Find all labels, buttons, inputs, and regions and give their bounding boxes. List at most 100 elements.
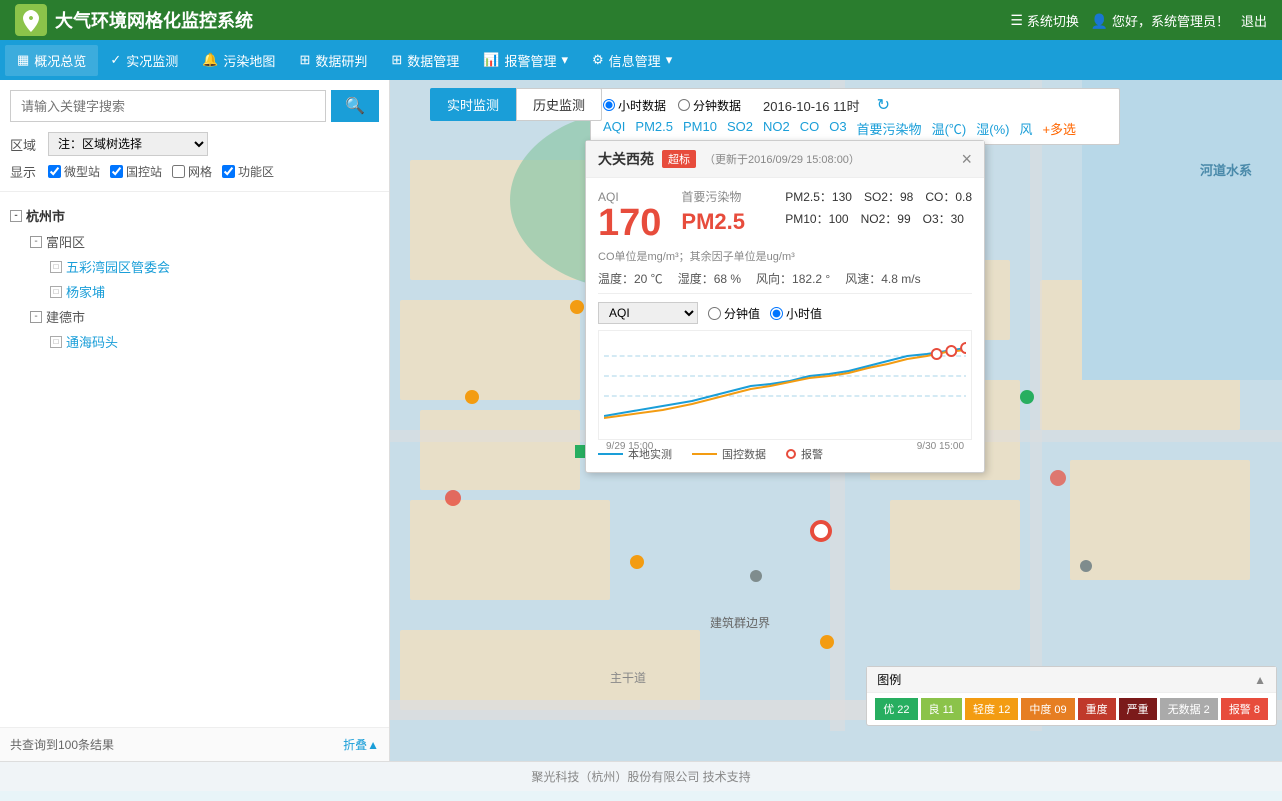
- popup-stats: PM2.5：130 SO2：98 CO：0.8 PM10：100 NO2：99 …: [785, 188, 972, 227]
- legend-bar-heavy: 重度: [1078, 698, 1116, 720]
- marker-orange-1[interactable]: [570, 300, 584, 314]
- tag-co[interactable]: CO: [800, 119, 820, 138]
- search-input[interactable]: [10, 90, 326, 122]
- marker-green-1[interactable]: [1020, 390, 1034, 404]
- checkbox-grid[interactable]: 网格: [172, 163, 212, 180]
- marker-gray-2[interactable]: [1080, 560, 1092, 572]
- station3-icon: □: [50, 336, 62, 348]
- collapse-button[interactable]: 折叠▲: [343, 736, 379, 753]
- aqi-block: AQI 170: [598, 190, 661, 242]
- expand-district-icon[interactable]: -: [30, 236, 42, 248]
- chart-icon: 📊: [483, 52, 499, 68]
- tree-city: - 杭州市: [10, 202, 379, 229]
- radio-hourly[interactable]: 小时数据: [603, 97, 666, 114]
- tree-station-yangjiapu[interactable]: □ 杨家埔: [10, 279, 379, 304]
- popup-body: AQI 170 首要污染物 PM2.5 PM2.5：130 SO2：98 CO：…: [586, 178, 984, 472]
- tag-no2[interactable]: NO2: [763, 119, 790, 138]
- tag-o3[interactable]: O3: [829, 119, 846, 138]
- station2-link[interactable]: 杨家埔: [66, 282, 105, 301]
- nav-item-monitor[interactable]: ✓ 实况监测: [98, 45, 190, 76]
- checkbox-functional[interactable]: 功能区: [222, 163, 274, 180]
- marker-gray-1[interactable]: [750, 570, 762, 582]
- tab-realtime[interactable]: 实时监测: [430, 88, 516, 121]
- expand-district2-icon[interactable]: -: [30, 311, 42, 323]
- table2-icon: ⊞: [391, 52, 402, 68]
- expand-city-icon[interactable]: -: [10, 210, 22, 222]
- temp-value: 温度：20 ℃: [598, 270, 663, 287]
- tree-station-tonghai[interactable]: □ 通海码头: [10, 329, 379, 354]
- radio-minute-chart[interactable]: 分钟值: [708, 305, 760, 322]
- logout-button[interactable]: 退出: [1241, 11, 1267, 30]
- stats-row2: PM10：100 NO2：99 O3：30: [785, 210, 972, 227]
- popup-note: CO单位是mg/m³；其余因子单位是ug/m³: [598, 248, 972, 264]
- tag-humidity[interactable]: 湿(%): [976, 119, 1009, 138]
- search-button[interactable]: 🔍: [331, 90, 379, 122]
- grid-icon: ▦: [17, 52, 29, 68]
- tree-district-fuyang: - 富阳区: [10, 229, 379, 254]
- nav-item-overview[interactable]: ▦ 概况总览: [5, 45, 98, 76]
- status-bar: 聚光科技（杭州）股份有限公司 技术支持: [0, 761, 1282, 791]
- pollutant-label: 首要污染物: [681, 188, 745, 205]
- table-icon: ⊞: [299, 52, 310, 68]
- nav-item-data-mgmt[interactable]: ⊞ 数据管理: [379, 45, 471, 76]
- tag-wind[interactable]: 风: [1019, 119, 1032, 138]
- tab-history[interactable]: 历史监测: [516, 88, 602, 121]
- marker-orange-2[interactable]: [465, 390, 479, 404]
- no2-stat: NO2：99: [861, 210, 911, 227]
- status-text: 聚光科技（杭州）股份有限公司 技术支持: [531, 768, 750, 785]
- region-select[interactable]: 注：区域树选择: [48, 132, 208, 156]
- station3-link[interactable]: 通海码头: [66, 332, 118, 351]
- legend-collapse-icon[interactable]: ▲: [1254, 673, 1266, 687]
- checkbox-micro[interactable]: 微型站: [48, 163, 100, 180]
- current-date: 2016-10-16 11时: [763, 96, 860, 115]
- stats-row1: PM2.5：130 SO2：98 CO：0.8: [785, 188, 972, 205]
- marker-red-circle[interactable]: [810, 520, 832, 542]
- map-label-building: 建筑群边界: [710, 614, 770, 631]
- so2-stat: SO2：98: [864, 188, 913, 205]
- tag-aqi[interactable]: AQI: [603, 119, 625, 138]
- map-area: 河道水系 建筑群边界 主干道 实时监测 历史监测 小时数据 分钟数据 2016-…: [390, 80, 1282, 761]
- region-row: 区域 注：区域树选择: [10, 132, 379, 156]
- tag-temp[interactable]: 温(℃): [932, 119, 967, 138]
- marker-red-partial2[interactable]: [1050, 470, 1066, 486]
- nav-item-analysis[interactable]: ⊞ 数据研判: [287, 45, 379, 76]
- marker-orange-4[interactable]: [820, 635, 834, 649]
- tag-more[interactable]: +多选: [1042, 119, 1076, 138]
- o3-stat: O3：30: [923, 210, 964, 227]
- marker-orange-3[interactable]: [630, 555, 644, 569]
- refresh-icon[interactable]: ↻: [877, 95, 890, 115]
- chart-controls: AQI 分钟值 小时值: [598, 302, 972, 324]
- tree-district-jiande: - 建德市: [10, 304, 379, 329]
- main-content: 🔍 区域 注：区域树选择 显示 微型站 国控站 网格 功能区: [0, 80, 1282, 761]
- popup-close-button[interactable]: ×: [961, 150, 972, 168]
- chart-metric-select[interactable]: AQI: [598, 302, 698, 324]
- monitor-tabs: 实时监测 历史监测: [430, 88, 602, 121]
- header-right: ☰ 系统切换 👤 您好，系统管理员！ 退出: [1010, 11, 1267, 30]
- legend-bar-medium: 中度 09: [1021, 698, 1074, 720]
- nav-item-pollution[interactable]: 🔔 污染地图: [190, 45, 287, 76]
- pm10-stat: PM10：100: [785, 210, 848, 227]
- tag-primary[interactable]: 首要污染物: [857, 119, 922, 138]
- system-switch[interactable]: ☰ 系统切换: [1010, 11, 1079, 30]
- nav-item-info[interactable]: ⚙ 信息管理 ▾: [580, 45, 684, 76]
- marker-red-partial[interactable]: [445, 490, 461, 506]
- nav-item-alarm[interactable]: 📊 报警管理 ▾: [471, 45, 580, 76]
- tree-station-wucaiwang[interactable]: □ 五彩湾园区管委会: [10, 254, 379, 279]
- pollutant-block: 首要污染物 PM2.5: [681, 188, 745, 238]
- legend-bar-severe: 严重: [1119, 698, 1157, 720]
- checkbox-national[interactable]: 国控站: [110, 163, 162, 180]
- tag-pm25[interactable]: PM2.5: [635, 119, 673, 138]
- map-label-road: 主干道: [610, 669, 646, 686]
- header: 大气环境网格化监控系统 ☰ 系统切换 👤 您好，系统管理员！ 退出: [0, 0, 1282, 40]
- radio-minute[interactable]: 分钟数据: [678, 97, 741, 114]
- sidebar: 🔍 区域 注：区域树选择 显示 微型站 国控站 网格 功能区: [0, 80, 390, 761]
- popup-time: （更新于2016/09/29 15:08:00）: [704, 151, 860, 167]
- legend-bar-excellent: 优 22: [875, 698, 917, 720]
- chart-x-labels: 9/29 15:00 9/30 15:00: [604, 441, 966, 452]
- tag-pm10[interactable]: PM10: [683, 119, 717, 138]
- radio-hour-chart[interactable]: 小时值: [770, 305, 822, 322]
- check-icon: ✓: [110, 52, 121, 68]
- station-link[interactable]: 五彩湾园区管委会: [66, 257, 170, 276]
- alarm-arrow-icon: ▾: [561, 52, 568, 68]
- tag-so2[interactable]: SO2: [727, 119, 753, 138]
